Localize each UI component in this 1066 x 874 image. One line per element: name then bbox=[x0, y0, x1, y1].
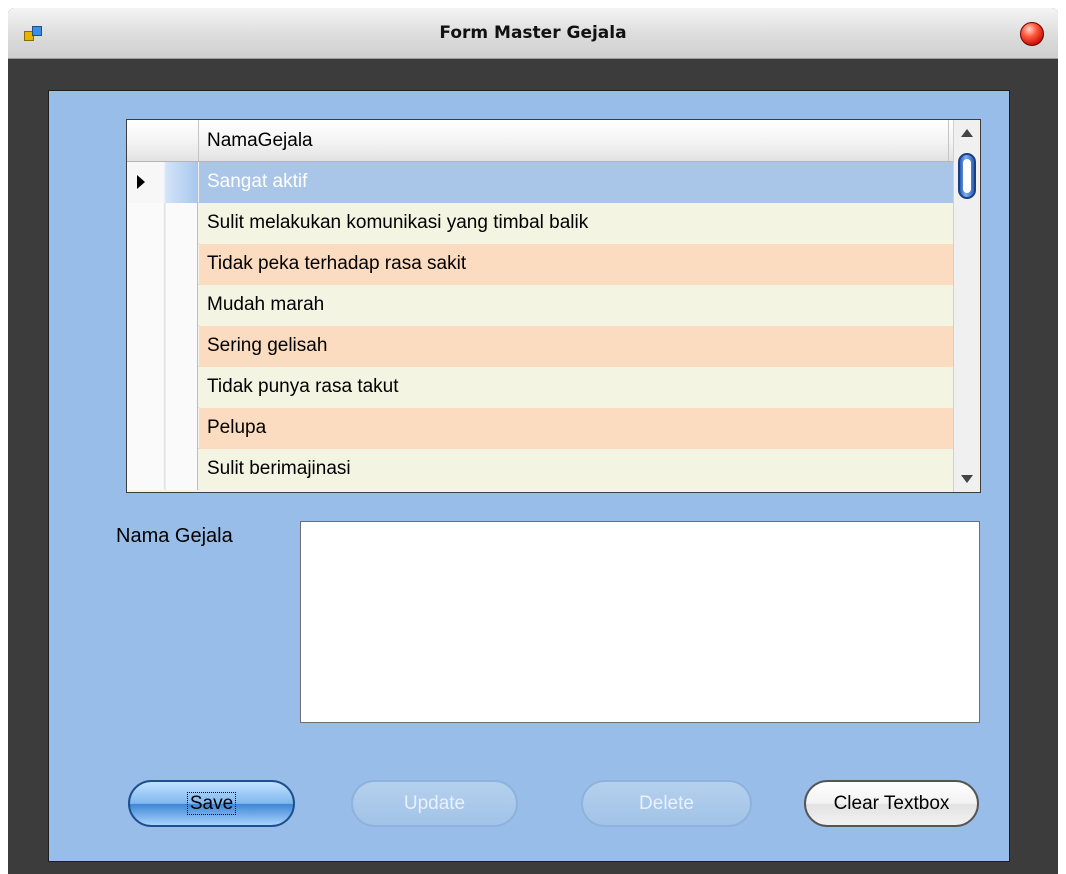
table-row[interactable]: Tidak punya rasa takut bbox=[127, 367, 953, 408]
nama-gejala-label: Nama Gejala bbox=[116, 525, 233, 547]
grid-corner-cell[interactable] bbox=[127, 120, 199, 161]
row-header-cell[interactable] bbox=[127, 203, 198, 244]
table-row[interactable]: Mudah marah bbox=[127, 285, 953, 326]
table-row[interactable]: Tidak peka terhadap rasa sakit bbox=[127, 244, 953, 285]
table-row[interactable]: Pelupa bbox=[127, 408, 953, 449]
close-icon[interactable] bbox=[1020, 22, 1044, 46]
table-row[interactable]: Sering gelisah bbox=[127, 326, 953, 367]
namagejala-cell[interactable]: Tidak peka terhadap rasa sakit bbox=[199, 244, 953, 285]
row-header-cell[interactable] bbox=[127, 162, 198, 203]
table-row[interactable]: Sangat aktif bbox=[127, 162, 953, 203]
scroll-up-arrow-icon[interactable] bbox=[954, 122, 980, 144]
grid-vertical-scrollbar[interactable] bbox=[953, 120, 980, 492]
row-header-cell[interactable] bbox=[127, 367, 198, 408]
namagejala-cell[interactable]: Tidak punya rasa takut bbox=[199, 367, 953, 408]
namagejala-cell[interactable]: Sering gelisah bbox=[199, 326, 953, 367]
row-header-cell[interactable] bbox=[127, 244, 198, 285]
current-row-pointer-icon bbox=[137, 175, 145, 189]
gejala-data-grid[interactable]: NamaGejala Sangat aktif Sulit melakukan k… bbox=[126, 119, 981, 493]
grid-header: NamaGejala bbox=[127, 120, 953, 162]
namagejala-cell[interactable]: Pelupa bbox=[199, 408, 953, 449]
namagejala-cell[interactable]: Sangat aktif bbox=[199, 162, 953, 203]
row-header-cell[interactable] bbox=[127, 408, 198, 449]
scroll-thumb[interactable] bbox=[958, 153, 976, 199]
form-window: Form Master Gejala NamaGejala Sangat akt… bbox=[8, 8, 1058, 874]
save-button-label: Save bbox=[186, 792, 237, 815]
scroll-down-arrow-icon[interactable] bbox=[954, 468, 980, 490]
form-client-area: NamaGejala Sangat aktif Sulit melakukan k… bbox=[48, 90, 1010, 862]
save-button[interactable]: Save bbox=[128, 780, 295, 827]
row-header-cell[interactable] bbox=[127, 449, 198, 490]
row-header-cell[interactable] bbox=[127, 285, 198, 326]
title-bar[interactable]: Form Master Gejala bbox=[8, 8, 1058, 59]
clear-textbox-button[interactable]: Clear Textbox bbox=[804, 780, 979, 827]
window-title: Form Master Gejala bbox=[439, 23, 627, 43]
table-row[interactable]: Sulit melakukan komunikasi yang timbal b… bbox=[127, 203, 953, 244]
column-header-namagejala[interactable]: NamaGejala bbox=[207, 130, 313, 152]
table-row[interactable]: Sulit berimajinasi bbox=[127, 449, 953, 490]
nama-gejala-textbox[interactable] bbox=[300, 521, 980, 723]
namagejala-cell[interactable]: Sulit berimajinasi bbox=[199, 449, 953, 490]
namagejala-cell[interactable]: Sulit melakukan komunikasi yang timbal b… bbox=[199, 203, 953, 244]
row-header-cell[interactable] bbox=[127, 326, 198, 367]
update-button[interactable]: Update bbox=[351, 780, 518, 827]
delete-button[interactable]: Delete bbox=[581, 780, 752, 827]
namagejala-cell[interactable]: Mudah marah bbox=[199, 285, 953, 326]
grid-rows: Sangat aktif Sulit melakukan komunikasi y… bbox=[127, 162, 953, 490]
